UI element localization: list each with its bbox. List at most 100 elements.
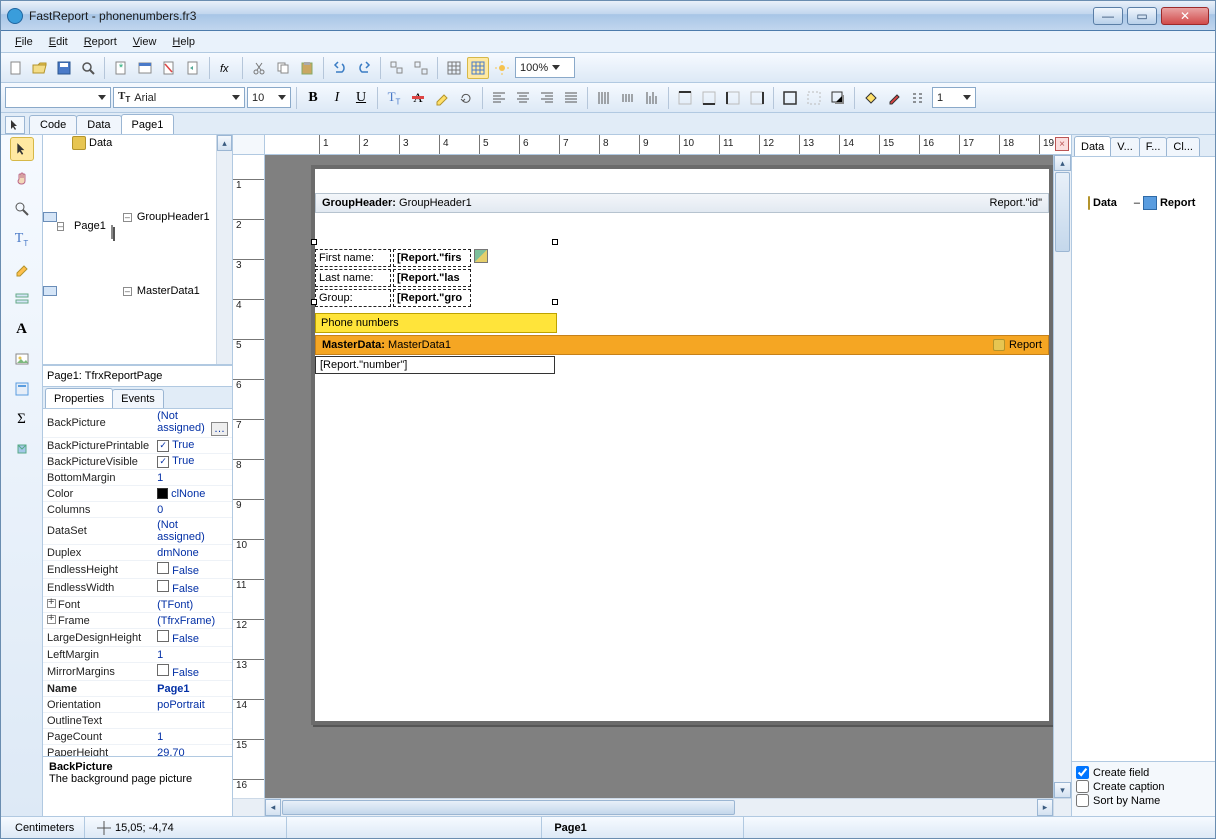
preview-icon[interactable] — [77, 57, 99, 79]
memo-tool-icon[interactable]: A — [10, 317, 34, 341]
field-row[interactable]: Group:[Report."gro — [315, 289, 471, 307]
valign-bottom-icon[interactable] — [641, 87, 663, 109]
field-value[interactable]: [Report."gro — [393, 289, 471, 307]
framewidth-combo[interactable]: 1 — [932, 87, 976, 108]
prop-row[interactable]: DataSet(Not assigned) — [43, 518, 232, 545]
rtab-classes[interactable]: Cl... — [1166, 137, 1200, 156]
prop-row[interactable]: Frame(TfrxFrame) — [43, 613, 232, 629]
canvas-hscroll[interactable]: ◂ ▸ — [233, 798, 1071, 816]
menu-edit[interactable]: Edit — [41, 33, 76, 51]
fontcolor-icon[interactable]: A — [407, 87, 429, 109]
maximize-button[interactable]: ▭ — [1127, 7, 1157, 25]
underline-icon[interactable]: U — [350, 87, 372, 109]
data-tree[interactable]: Data– Report photo firstname lastname gr… — [1072, 157, 1215, 761]
canvas-vscroll[interactable]: ▴ ▾ — [1053, 155, 1071, 798]
prop-row[interactable]: Font(TFont) — [43, 597, 232, 613]
other-tool-icon[interactable] — [10, 437, 34, 461]
property-grid[interactable]: BackPicture(Not assigned) …BackPicturePr… — [43, 409, 232, 756]
tab-properties[interactable]: Properties — [45, 388, 113, 408]
prop-row[interactable]: PageCount1 — [43, 729, 232, 745]
valign-middle-icon[interactable] — [617, 87, 639, 109]
valign-top-icon[interactable] — [593, 87, 615, 109]
tab-code[interactable]: Code — [29, 115, 77, 134]
page-surface[interactable]: GroupHeader: GroupHeader1 Report."id" Fi… — [311, 165, 1053, 725]
ungroup-icon[interactable] — [410, 57, 432, 79]
prop-row[interactable]: BottomMargin1 — [43, 470, 232, 486]
open-icon[interactable] — [29, 57, 51, 79]
prop-row[interactable]: Columns0 — [43, 502, 232, 518]
newdialog-icon[interactable] — [134, 57, 156, 79]
prop-row[interactable]: NamePage1 — [43, 681, 232, 697]
chk-create-field[interactable]: Create field — [1076, 766, 1211, 779]
band-masterdata-hdr[interactable]: MasterData: MasterData1 Report — [315, 335, 1049, 355]
aligngrid-icon[interactable] — [467, 57, 489, 79]
pagesettings-icon[interactable] — [182, 57, 204, 79]
frame-right-icon[interactable] — [746, 87, 768, 109]
rtab-data[interactable]: Data — [1074, 136, 1111, 156]
deletepage-icon[interactable] — [158, 57, 180, 79]
prop-row[interactable]: OutlineText — [43, 713, 232, 729]
picture-tool-icon[interactable] — [10, 347, 34, 371]
frame-none-icon[interactable] — [803, 87, 825, 109]
design-canvas[interactable]: GroupHeader: GroupHeader1 Report."id" Fi… — [265, 155, 1053, 798]
select-tool-icon[interactable] — [5, 116, 25, 134]
redo-icon[interactable] — [353, 57, 375, 79]
prop-row[interactable]: DuplexdmNone — [43, 545, 232, 561]
field-value[interactable]: [Report."firs — [393, 249, 471, 267]
hand-tool-icon[interactable] — [10, 167, 34, 191]
align-right-icon[interactable] — [536, 87, 558, 109]
close-button[interactable]: ✕ — [1161, 7, 1209, 25]
minimize-button[interactable]: — — [1093, 7, 1123, 25]
format-tool-icon[interactable] — [10, 257, 34, 281]
tab-page1[interactable]: Page1 — [121, 114, 175, 134]
phone-numbers-label[interactable]: Phone numbers — [315, 313, 557, 333]
bold-icon[interactable]: B — [302, 87, 324, 109]
showgrid-icon[interactable] — [443, 57, 465, 79]
save-icon[interactable] — [53, 57, 75, 79]
prop-row[interactable]: BackPictureVisible✓True — [43, 454, 232, 470]
italic-icon[interactable]: I — [326, 87, 348, 109]
band-groupheader-hdr[interactable]: GroupHeader: GroupHeader1 Report."id" — [315, 193, 1049, 213]
align-left-icon[interactable] — [488, 87, 510, 109]
align-justify-icon[interactable] — [560, 87, 582, 109]
group-icon[interactable] — [386, 57, 408, 79]
fontsettings-icon[interactable]: TT — [383, 87, 405, 109]
highlight-icon[interactable] — [431, 87, 453, 109]
frame-bottom-icon[interactable] — [698, 87, 720, 109]
picture-object[interactable] — [474, 249, 488, 263]
framecolor-icon[interactable] — [884, 87, 906, 109]
fitgrid-icon[interactable] — [491, 57, 513, 79]
field-row[interactable]: Last name:[Report."las — [315, 269, 471, 287]
rotate-icon[interactable] — [455, 87, 477, 109]
subreport-tool-icon[interactable] — [10, 377, 34, 401]
frame-shadow-icon[interactable] — [827, 87, 849, 109]
field-label[interactable]: Last name: — [315, 269, 391, 287]
fillcolor-icon[interactable] — [860, 87, 882, 109]
chk-sort-by-name[interactable]: Sort by Name — [1076, 794, 1211, 807]
cut-icon[interactable] — [248, 57, 270, 79]
prop-row[interactable]: EndlessWidthFalse — [43, 579, 232, 597]
field-label[interactable]: Group: — [315, 289, 391, 307]
tree-scroll-up[interactable]: ▴ — [217, 135, 232, 151]
framestyle-icon[interactable] — [908, 87, 930, 109]
zoom-tool-icon[interactable] — [10, 197, 34, 221]
menu-help[interactable]: Help — [164, 33, 203, 51]
report-tree[interactable]: Data– Page1– GroupHeader1A Reportfirstna… — [43, 135, 232, 301]
prop-row[interactable]: BackPicturePrintable✓True — [43, 438, 232, 454]
prop-row[interactable]: ColorclNone — [43, 486, 232, 502]
object-selector[interactable]: Page1: TfrxReportPage — [43, 365, 232, 387]
field-value[interactable]: [Report."las — [393, 269, 471, 287]
text-tool-icon[interactable]: TT — [10, 227, 34, 251]
prop-row[interactable]: LargeDesignHeightFalse — [43, 629, 232, 647]
newpage-icon[interactable]: * — [110, 57, 132, 79]
new-icon[interactable] — [5, 57, 27, 79]
prop-row[interactable]: OrientationpoPortrait — [43, 697, 232, 713]
sysmemo-tool-icon[interactable]: Σ — [10, 407, 34, 431]
paste-icon[interactable] — [296, 57, 318, 79]
copy-icon[interactable] — [272, 57, 294, 79]
frame-top-icon[interactable] — [674, 87, 696, 109]
number-field[interactable]: [Report."number"] — [315, 356, 555, 374]
fontsize-combo[interactable]: 10 — [247, 87, 291, 108]
field-label[interactable]: First name: — [315, 249, 391, 267]
undo-icon[interactable] — [329, 57, 351, 79]
